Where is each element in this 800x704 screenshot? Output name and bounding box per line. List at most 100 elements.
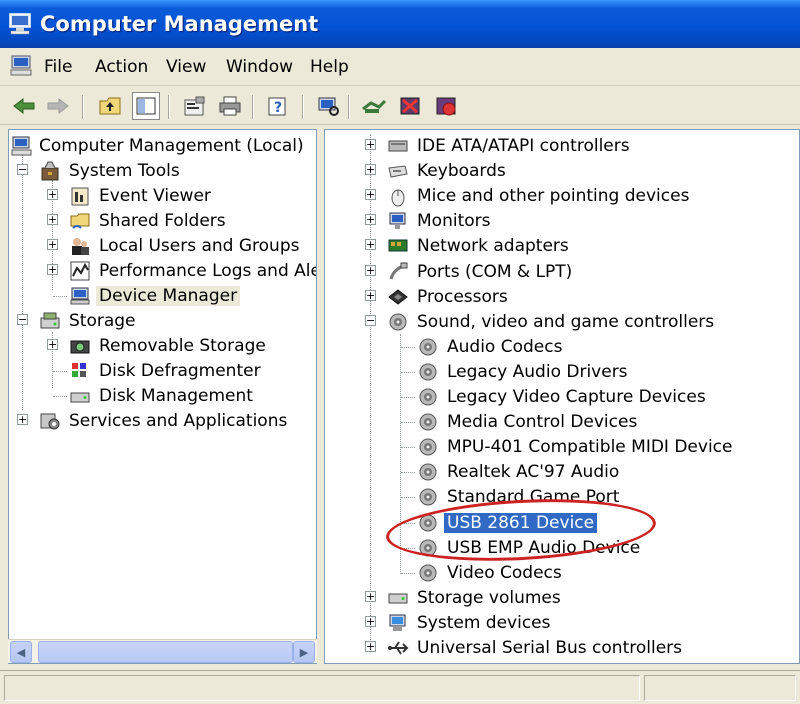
device-tree-item[interactable]: Audio Codecs	[325, 335, 799, 359]
collapse-toggle[interactable]: −	[17, 314, 28, 325]
device-tree-item-label: IDE ATA/ATAPI controllers	[417, 136, 630, 156]
tree-line	[53, 296, 67, 297]
expand-toggle[interactable]: +	[365, 214, 376, 226]
expand-toggle[interactable]: +	[47, 189, 58, 200]
menu-help[interactable]: Help	[310, 57, 349, 77]
computer-management-icon	[8, 12, 34, 36]
device-tree-item[interactable]: Video Codecs	[325, 561, 799, 585]
tree-item-computer-management[interactable]: Computer Management (Local)	[9, 134, 316, 158]
show-hide-tree-icon[interactable]	[132, 92, 160, 120]
scroll-left-button[interactable]: ◀	[10, 641, 32, 663]
expand-toggle[interactable]: +	[365, 264, 376, 276]
console-tree-pane[interactable]: Computer Management (Local) − System Too…	[8, 129, 317, 664]
title-bar[interactable]: Computer Management	[0, 0, 800, 48]
collapse-toggle[interactable]: −	[365, 314, 376, 326]
computer-management-window: Computer Management File Action View Win…	[0, 0, 800, 704]
toolbar-separator	[82, 95, 84, 119]
expand-toggle[interactable]: +	[365, 590, 376, 602]
device-tree-item[interactable]: − Sound, video and game controllers	[325, 310, 799, 334]
tree-item-label: Services and Applications	[69, 411, 288, 431]
tree-item-disk-defragmenter[interactable]: Disk Defragmenter	[9, 359, 316, 383]
device-tree-item[interactable]: + Storage volumes	[325, 586, 799, 610]
device-tree-item[interactable]: MPU-401 Compatible MIDI Device	[325, 435, 799, 459]
storage-icon	[39, 310, 61, 332]
toolbar-separator	[302, 95, 304, 119]
device-tree-item[interactable]: + Monitors	[325, 209, 799, 233]
help-icon[interactable]: ?	[264, 92, 292, 120]
expand-toggle[interactable]: +	[365, 139, 376, 150]
tree-item-label: Removable Storage	[99, 336, 266, 356]
device-tree-item[interactable]: Legacy Audio Drivers	[325, 360, 799, 384]
expand-toggle[interactable]: +	[365, 164, 376, 176]
device-tree-item[interactable]: + Ports (COM & LPT)	[325, 260, 799, 284]
up-icon[interactable]	[96, 92, 124, 120]
expand-toggle[interactable]: +	[365, 289, 376, 301]
horizontal-scrollbar[interactable]: ◀ ▶	[8, 639, 317, 663]
tree-item-services-and-applications[interactable]: + Services and Applications	[9, 409, 316, 433]
tree-item-label: Local Users and Groups	[99, 236, 300, 256]
ide-controller-icon	[387, 135, 409, 157]
device-tree-item[interactable]: Legacy Video Capture Devices	[325, 385, 799, 409]
properties-icon[interactable]	[180, 92, 208, 120]
tree-line	[53, 396, 67, 397]
scroll-right-button[interactable]: ▶	[293, 641, 315, 663]
device-tree-item[interactable]: + System devices	[325, 611, 799, 635]
sound-icon	[387, 311, 409, 333]
expand-toggle[interactable]: +	[365, 641, 376, 652]
expand-toggle[interactable]: +	[17, 414, 28, 425]
forward-icon[interactable]	[44, 92, 72, 120]
expand-toggle[interactable]: +	[47, 239, 58, 250]
tree-item-event-viewer[interactable]: + Event Viewer	[9, 184, 316, 208]
device-tree-item-label: Storage volumes	[417, 587, 561, 608]
print-icon[interactable]	[216, 92, 244, 120]
expand-toggle[interactable]: +	[47, 339, 58, 350]
disable-icon[interactable]	[432, 92, 460, 120]
collapse-toggle[interactable]: −	[17, 164, 28, 175]
device-tree-pane[interactable]: + IDE ATA/ATAPI controllers + Keyboards + Mic…	[324, 129, 800, 664]
device-tree-item[interactable]: + Mice and other pointing devices	[325, 184, 799, 208]
scan-hardware-icon[interactable]	[314, 92, 342, 120]
update-driver-icon[interactable]	[360, 92, 388, 120]
device-tree-item[interactable]: Media Control Devices	[325, 410, 799, 434]
tree-item-system-tools[interactable]: − System Tools	[9, 159, 316, 183]
tree-line	[401, 371, 415, 373]
tree-item-performance-logs[interactable]: + Performance Logs and Alerts	[9, 259, 316, 283]
monitor-icon	[387, 210, 409, 232]
expand-toggle[interactable]: +	[47, 214, 58, 225]
computer-management-icon	[11, 135, 33, 157]
system-menu-icon[interactable]	[8, 52, 36, 80]
tree-line	[401, 572, 415, 574]
tree-item-disk-management[interactable]: Disk Management	[9, 384, 316, 408]
expand-toggle[interactable]: +	[365, 189, 376, 201]
device-tree-item[interactable]: + Universal Serial Bus controllers	[325, 636, 799, 660]
tree-item-storage[interactable]: − Storage	[9, 309, 316, 333]
device-tree-item[interactable]: + Processors	[325, 285, 799, 309]
sound-device-icon	[417, 461, 439, 483]
device-tree-item-label: Processors	[417, 286, 508, 307]
tree-item-device-manager[interactable]: Device Manager	[9, 284, 316, 308]
device-tree-item[interactable]: Realtek AC'97 Audio	[325, 460, 799, 484]
tree-line	[401, 472, 415, 474]
device-tree-item-label: Keyboards	[417, 161, 506, 182]
menu-view[interactable]: View	[166, 57, 206, 77]
tree-item-shared-folders[interactable]: + Shared Folders	[9, 209, 316, 233]
menu-action[interactable]: Action	[95, 57, 148, 77]
menu-window[interactable]: Window	[226, 57, 293, 77]
tree-item-local-users-and-groups[interactable]: + Local Users and Groups	[9, 234, 316, 258]
expand-toggle[interactable]: +	[365, 239, 376, 251]
menu-file[interactable]: File	[44, 57, 72, 77]
device-tree-item[interactable]: + IDE ATA/ATAPI controllers	[325, 134, 799, 158]
back-icon[interactable]	[10, 92, 38, 120]
device-tree-item-label: Network adapters	[417, 236, 569, 257]
device-tree-item-label: Universal Serial Bus controllers	[417, 638, 683, 658]
device-tree-item-label: Media Control Devices	[447, 412, 638, 433]
scroll-thumb[interactable]	[38, 641, 293, 663]
device-manager-icon	[69, 285, 91, 307]
expand-toggle[interactable]: +	[47, 264, 58, 275]
removable-storage-icon	[69, 335, 91, 357]
expand-toggle[interactable]: +	[365, 615, 376, 627]
device-tree-item[interactable]: + Keyboards	[325, 159, 799, 183]
tree-item-removable-storage[interactable]: + Removable Storage	[9, 334, 316, 358]
uninstall-icon[interactable]	[396, 92, 424, 120]
device-tree-item[interactable]: + Network adapters	[325, 234, 799, 258]
